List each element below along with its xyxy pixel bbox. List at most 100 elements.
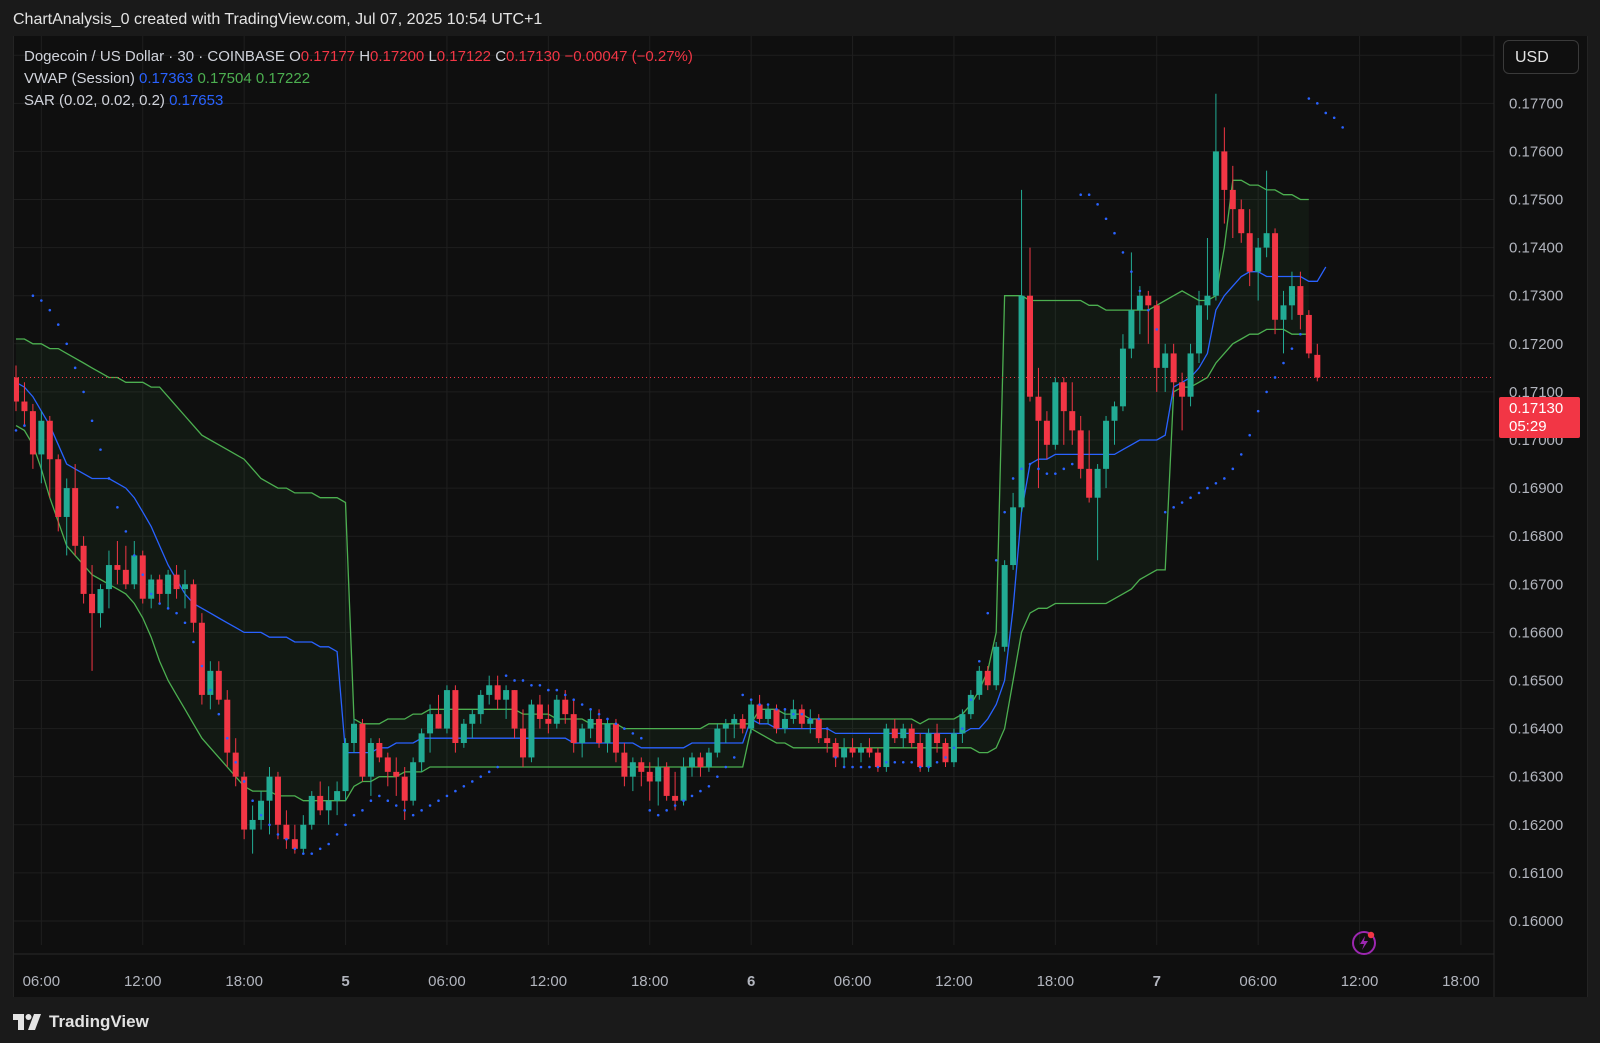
candle-body	[1246, 233, 1253, 272]
candle-body	[469, 714, 476, 724]
y-tick-label: 0.16000	[1509, 913, 1563, 930]
sar-dot	[1121, 251, 1125, 254]
candle-body	[1272, 233, 1279, 320]
y-tick-label: 0.16400	[1509, 721, 1563, 738]
sar-dot	[783, 708, 787, 711]
lightning-alert-icon[interactable]	[1351, 930, 1377, 956]
y-tick-label: 0.16500	[1509, 672, 1563, 689]
candle-body	[477, 694, 484, 715]
candle-body	[72, 488, 79, 546]
candle-body	[545, 718, 552, 724]
legend-ohlc-row: Dogecoin / US Dollar · 30 · COINBASE O 0.…	[24, 46, 693, 68]
sar-dot	[149, 592, 153, 596]
candle-body	[367, 743, 374, 777]
y-tick-label: 0.16600	[1509, 624, 1563, 641]
candle-body	[55, 459, 62, 517]
sar-dot	[225, 736, 229, 740]
close-value: 0.17130	[506, 48, 561, 65]
sar-dot	[809, 717, 812, 721]
candle-body	[342, 743, 349, 792]
candle-body	[1128, 310, 1135, 349]
candle-body	[891, 728, 898, 739]
sar-dot	[1113, 231, 1116, 235]
sar-dot	[251, 799, 254, 803]
sar-dot	[420, 809, 423, 812]
vwap-upper-value: 0.17504	[197, 70, 252, 87]
candle-body	[520, 728, 526, 758]
sar-dot	[411, 813, 415, 817]
sar-dot	[901, 760, 905, 764]
sar-dot	[40, 299, 43, 302]
sar-dot	[496, 765, 499, 769]
price-chart[interactable]: 0.16000 0.16100 0.16200 0.16300 0.16400 0.165…	[0, 0, 1600, 1000]
sar-dot	[606, 717, 609, 721]
symbol-label[interactable]: Dogecoin / US Dollar · 30 · COINBASE	[24, 48, 285, 65]
candle-body	[435, 714, 442, 729]
sar-dot	[994, 558, 998, 562]
candle-body	[815, 718, 822, 739]
candle-body	[384, 757, 391, 772]
y-tick-label: 0.17600	[1509, 143, 1563, 160]
candle-body	[232, 752, 239, 777]
tradingview-logo[interactable]: TradingView	[13, 1012, 149, 1032]
close-label: C	[495, 48, 507, 65]
last-price-tag: 0.17130 05:29	[1499, 397, 1580, 438]
candle-body	[748, 704, 755, 729]
candle-body	[1077, 430, 1084, 469]
candle-body	[173, 574, 180, 590]
candle-body	[731, 718, 738, 724]
sar-dot	[1028, 462, 1032, 466]
candle-body	[1052, 382, 1059, 445]
candle-body	[291, 839, 298, 849]
sar-dot	[580, 703, 584, 706]
change-value: −0.00047 (−0.27%)	[564, 48, 693, 65]
sar-dot	[682, 799, 685, 803]
sar-dot	[302, 852, 305, 855]
x-tick-label: 18:00	[1442, 973, 1480, 990]
sar-dot	[487, 770, 491, 774]
candle-body	[570, 714, 577, 743]
vwap-label[interactable]: VWAP (Session)	[24, 70, 135, 87]
sar-dot	[462, 784, 466, 788]
candle-body	[562, 699, 569, 715]
chart-legend: Dogecoin / US Dollar · 30 · COINBASE O 0.…	[24, 46, 693, 112]
x-tick-label: 18:00	[631, 973, 669, 990]
candle-body	[274, 776, 281, 825]
sar-dot	[1256, 409, 1260, 413]
sar-dot	[99, 448, 102, 451]
candle-body	[38, 420, 45, 455]
candle-body	[984, 670, 991, 686]
currency-button[interactable]: USD	[1503, 40, 1579, 74]
tradingview-logo-icon	[13, 1014, 41, 1030]
sar-dot	[166, 607, 170, 610]
legend-sar-row[interactable]: SAR (0.02, 0.02, 0.2) 0.17653	[24, 90, 693, 112]
candle-body	[756, 704, 763, 719]
candle-body	[1170, 353, 1177, 383]
candle-body	[89, 593, 96, 614]
candle-body	[1035, 396, 1042, 421]
sar-dot	[454, 789, 457, 793]
candle-body	[798, 709, 805, 724]
candle-body	[308, 795, 315, 825]
sar-label[interactable]: SAR (0.02, 0.02, 0.2)	[24, 92, 165, 109]
sar-dot	[310, 852, 314, 855]
candle-body	[934, 733, 941, 743]
sar-dot	[268, 823, 271, 827]
sar-dot	[952, 746, 956, 750]
candle-body	[503, 690, 510, 700]
open-label: O	[289, 48, 301, 65]
sar-dot	[56, 323, 60, 326]
sar-dot	[741, 693, 744, 697]
candle-body	[841, 747, 848, 758]
sar-dot	[656, 813, 660, 817]
sar-dot	[800, 712, 804, 716]
vwap-value: 0.17363	[139, 70, 194, 87]
candle-body	[1297, 286, 1304, 315]
sar-dot	[369, 799, 373, 803]
candle-body	[198, 622, 205, 695]
legend-vwap-row[interactable]: VWAP (Session) 0.17363 0.17504 0.17222	[24, 68, 693, 90]
sar-dot	[885, 760, 888, 764]
y-tick-label: 0.17300	[1509, 288, 1563, 305]
candle-body	[765, 709, 772, 719]
high-label: H	[359, 48, 371, 65]
